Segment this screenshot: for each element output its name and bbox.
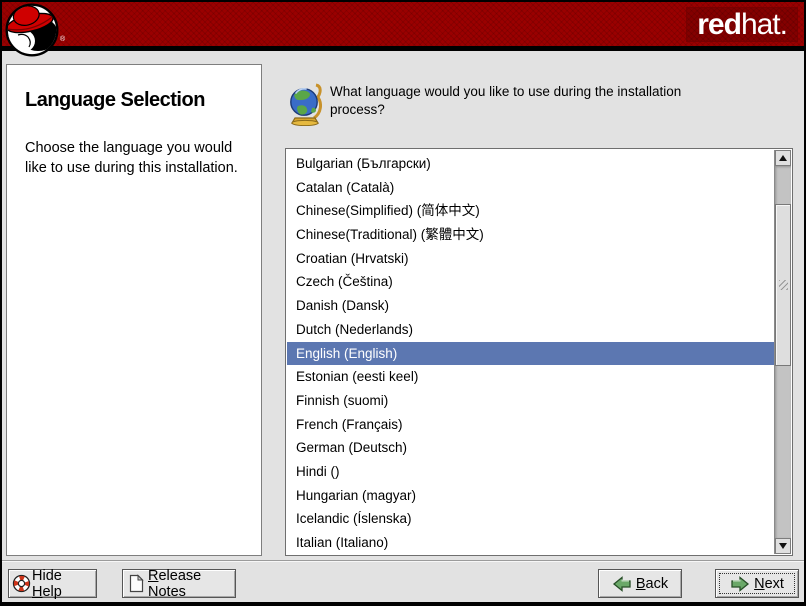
language-list-item[interactable]: Czech (Čeština): [287, 270, 774, 294]
language-list-item[interactable]: Italian (Italiano): [287, 531, 774, 554]
registered-trademark: ®: [60, 36, 65, 43]
document-icon: [129, 574, 144, 593]
arrow-left-icon: [612, 576, 632, 592]
triangle-up-icon: [779, 155, 787, 161]
language-list-item[interactable]: Dutch (Nederlands): [287, 318, 774, 342]
next-button[interactable]: Next: [715, 569, 799, 598]
scrollbar-thumb[interactable]: [775, 204, 791, 366]
banner-divider: [2, 46, 804, 51]
top-banner: [2, 2, 804, 46]
button-label: Next: [754, 576, 784, 592]
globe-icon: [288, 82, 322, 126]
installer-window: ® redhat. Language Selection Choose the …: [0, 0, 806, 606]
language-list-item[interactable]: Hungarian (magyar): [287, 484, 774, 508]
language-list-frame: Bulgarian (Български)Catalan (Català)Chi…: [285, 148, 793, 556]
language-list-item[interactable]: Estonian (eesti keel): [287, 365, 774, 389]
wordmark-dot: .: [780, 8, 787, 41]
help-panel-title: Language Selection: [25, 89, 243, 112]
scrollbar-trough[interactable]: [775, 166, 791, 538]
back-button[interactable]: Back: [598, 569, 682, 598]
arrow-right-icon: [730, 576, 750, 592]
button-label: Back: [636, 576, 668, 592]
language-list-item[interactable]: Hindi (): [287, 460, 774, 484]
wordmark-red: red: [697, 8, 741, 41]
language-list[interactable]: Bulgarian (Български)Catalan (Català)Chi…: [287, 150, 774, 554]
help-panel-text: Choose the language you would like to us…: [25, 138, 240, 178]
triangle-down-icon: [779, 543, 787, 549]
scrollbar-grip: [779, 280, 788, 290]
button-label: Release Notes: [148, 568, 229, 600]
button-label: Hide Help: [32, 568, 93, 600]
help-panel: Language Selection Choose the language y…: [6, 64, 262, 556]
redhat-wordmark: redhat.: [686, 7, 798, 42]
language-list-item[interactable]: Danish (Dansk): [287, 294, 774, 318]
language-list-item[interactable]: Chinese(Simplified) (简体中文): [287, 199, 774, 223]
language-list-item[interactable]: Chinese(Traditional) (繁體中文): [287, 223, 774, 247]
wordmark-hat: hat: [741, 8, 780, 41]
language-list-item[interactable]: Finnish (suomi): [287, 389, 774, 413]
language-list-item[interactable]: German (Deutsch): [287, 436, 774, 460]
installer-content: ® redhat. Language Selection Choose the …: [2, 2, 804, 602]
language-list-item[interactable]: Croatian (Hrvatski): [287, 247, 774, 271]
scroll-up-button[interactable]: [775, 150, 791, 166]
life-preserver-icon: [12, 574, 31, 593]
language-list-item[interactable]: Icelandic (Íslenska): [287, 507, 774, 531]
question-text: What language would you like to use duri…: [330, 83, 702, 119]
language-list-item[interactable]: French (Français): [287, 413, 774, 437]
hide-help-button[interactable]: Hide Help: [8, 569, 97, 598]
language-list-scrollbar[interactable]: [774, 150, 791, 554]
scroll-down-button[interactable]: [775, 538, 791, 554]
language-list-item[interactable]: English (English): [287, 342, 774, 366]
footer-separator: [2, 560, 804, 562]
language-list-item[interactable]: Bulgarian (Български): [287, 152, 774, 176]
release-notes-button[interactable]: Release Notes: [122, 569, 236, 598]
language-list-item[interactable]: Catalan (Català): [287, 176, 774, 200]
redhat-shadowman-logo-icon: [4, 2, 60, 58]
